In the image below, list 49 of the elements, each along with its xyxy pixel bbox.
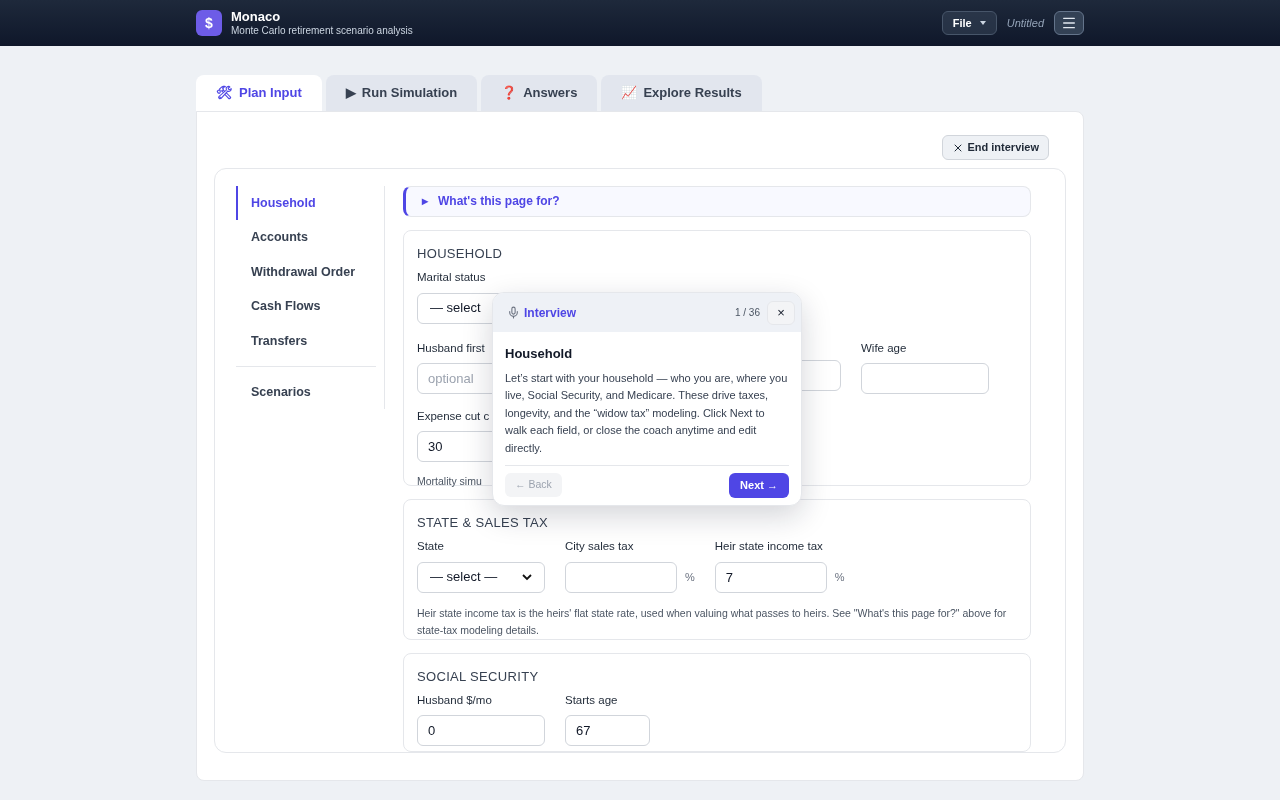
caret-icon bbox=[979, 21, 986, 25]
app-title: Monaco bbox=[231, 8, 282, 25]
help-disclosure[interactable]: ▸ What's this page for? bbox=[403, 186, 1031, 217]
sidebar-item[interactable]: Transfers bbox=[236, 323, 384, 359]
note-text: Heir state income tax is the heirs' flat state rate, used when valuing what passes to heirs. See "What's this page for?" above for state-tax modeling details. bbox=[417, 605, 1008, 638]
tab[interactable]: 📈 Explore Results bbox=[601, 75, 762, 111]
field-label: Husband first bbox=[417, 340, 485, 356]
menu-button[interactable] bbox=[1054, 11, 1084, 35]
microphone-icon bbox=[507, 306, 520, 319]
field-label: State bbox=[417, 539, 444, 555]
select-field[interactable]: — select — bbox=[417, 561, 545, 593]
close-button[interactable]: × bbox=[767, 300, 795, 325]
popover-title: Interview bbox=[524, 304, 577, 322]
input-field[interactable] bbox=[565, 561, 677, 593]
sidebar-item[interactable]: Scenarios bbox=[236, 375, 384, 410]
unit-label: % bbox=[685, 569, 695, 585]
popover-heading: Household bbox=[505, 345, 574, 363]
tab[interactable]: ▶ Run Simulation bbox=[325, 75, 478, 111]
sidebar-item[interactable]: Withdrawal Order bbox=[236, 254, 384, 290]
app-subtitle: Monte Carlo retirement scenario analysis bbox=[231, 24, 413, 38]
input-field[interactable]: 0 bbox=[417, 715, 545, 747]
app-logo: $ bbox=[196, 10, 222, 36]
tab[interactable]: ❓ Answers bbox=[481, 75, 598, 111]
field-label: City sales tax bbox=[565, 539, 634, 555]
field-label: Marital status bbox=[417, 270, 486, 286]
step-counter: 1 / 36 bbox=[734, 306, 760, 320]
input-field[interactable] bbox=[861, 362, 989, 394]
sidebar-item[interactable]: Household bbox=[236, 186, 384, 221]
field-label: Heir state income tax bbox=[714, 539, 823, 555]
field-label: Starts age bbox=[565, 693, 618, 709]
section-title: HOUSEHOLD bbox=[417, 244, 504, 263]
next-button[interactable]: Next → bbox=[729, 473, 789, 498]
field-label: Expense cut c bbox=[417, 408, 490, 424]
end-interview-button[interactable]: End interview bbox=[942, 135, 1049, 160]
input-field[interactable]: 67 bbox=[565, 715, 650, 747]
chevron-down-icon bbox=[522, 573, 532, 581]
sidebar-item[interactable]: Cash Flows bbox=[236, 289, 384, 324]
file-menu-button[interactable]: File bbox=[941, 11, 997, 35]
menu-icon bbox=[1061, 15, 1077, 31]
note-text: Mortality simu bbox=[417, 474, 482, 490]
sidebar-item[interactable]: Accounts bbox=[236, 220, 384, 255]
input-field[interactable]: 7 bbox=[714, 561, 827, 593]
tab[interactable]: 🛠 Plan Input bbox=[196, 75, 322, 111]
section-title: STATE & SALES TAX bbox=[417, 513, 549, 532]
field-label: Wife age bbox=[861, 340, 907, 356]
field-label: Husband $/mo bbox=[417, 693, 492, 709]
document-name: Untitled bbox=[1006, 15, 1044, 31]
unit-label: % bbox=[834, 569, 845, 585]
section-title: SOCIAL SECURITY bbox=[417, 667, 540, 686]
